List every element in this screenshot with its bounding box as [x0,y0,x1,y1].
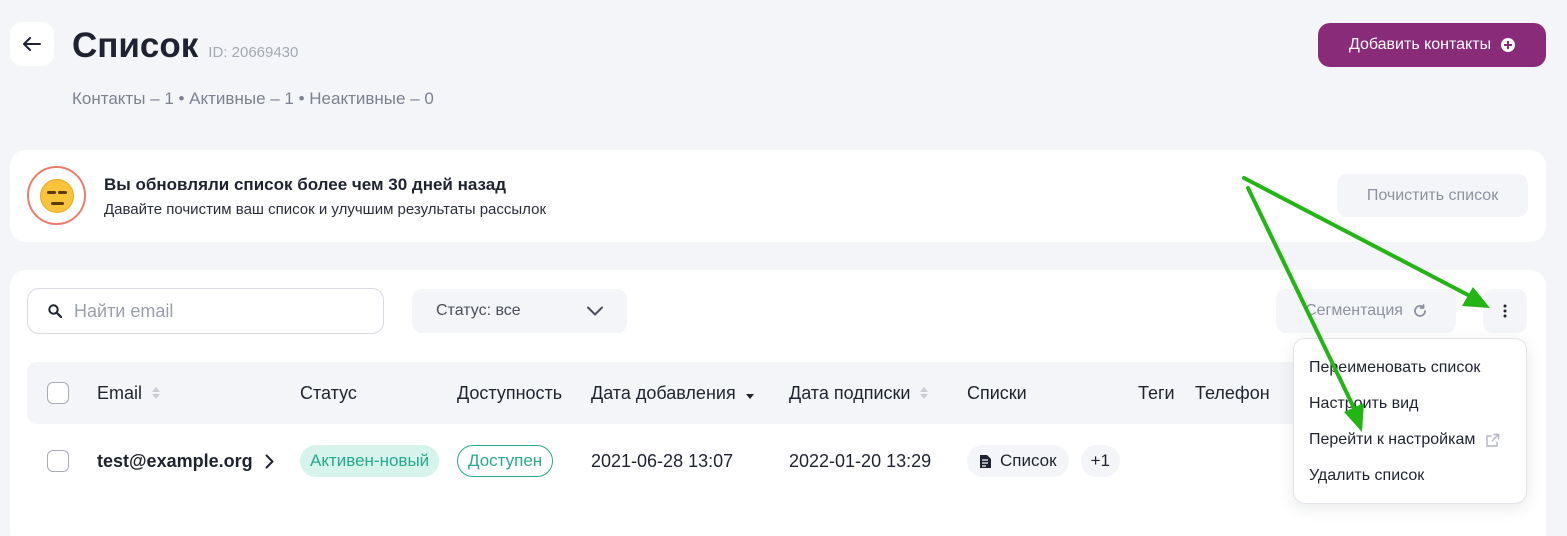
back-button[interactable] [10,22,54,66]
external-link-icon [1486,433,1500,447]
chevron-right-icon [265,454,274,468]
banner-title: Вы обновляли список более чем 30 дней на… [104,175,507,194]
column-date-subscribed-label: Дата подписки [789,382,911,403]
date-subscribed-value: 2022-01-20 13:29 [789,450,932,471]
emoji-badge [27,166,86,225]
status-badge: Активен-новый [300,445,440,477]
segmentation-label: Сегментация [1305,302,1403,319]
column-email[interactable]: Email [97,362,161,424]
plus-circle-icon [1501,38,1516,52]
contact-email-link[interactable]: test@example.org [97,430,274,492]
search-box[interactable] [27,288,384,334]
page-title-text: Список [72,26,199,65]
arrow-left-icon [23,37,41,51]
menu-item-go-to-settings-label: Перейти к настройкам [1309,431,1476,448]
update-banner: Вы обновляли список более чем 30 дней на… [10,150,1546,242]
banner-subtitle: Давайте почистим ваш список и улучшим ре… [104,201,547,218]
menu-item-delete[interactable]: Удалить список [1309,467,1424,485]
list-chip[interactable]: Список [967,445,1069,477]
column-date-subscribed[interactable]: Дата подписки [789,362,929,424]
sort-icon [920,387,929,399]
add-contacts-label: Добавить контакты [1348,36,1492,53]
column-lists: Списки [967,382,1027,403]
sort-icon [152,387,161,399]
list-id: ID: 20669430 [208,44,299,61]
page-title: Список ID: 20669430 [72,26,298,66]
date-added-value: 2021-06-28 13:07 [591,450,734,471]
column-phone: Телефон [1195,382,1270,403]
add-contacts-button[interactable]: Добавить контакты [1318,23,1546,67]
row-checkbox[interactable] [47,450,69,472]
column-availability: Доступность [457,382,563,403]
availability-badge: Доступен [457,445,554,477]
kebab-menu-icon [1503,304,1507,318]
menu-item-go-to-settings[interactable]: Перейти к настройкам [1309,431,1500,449]
list-options-menu: Переименовать список Настроить вид Перей… [1293,338,1527,504]
contact-stats: Контакты – 1 • Активные – 1 • Неактивные… [72,89,434,108]
neutral-face-icon [39,178,74,213]
menu-item-customize-view[interactable]: Настроить вид [1309,395,1418,413]
column-date-added-label: Дата добавления [591,382,736,403]
segmentation-button[interactable]: Сегментация [1276,289,1456,333]
status-filter-dropdown[interactable]: Статус: все [412,289,627,333]
search-icon [48,304,62,318]
column-tags: Теги [1138,382,1175,403]
menu-item-rename[interactable]: Переименовать список [1309,359,1480,377]
column-status: Статус [300,382,357,403]
column-email-label: Email [97,382,143,403]
sort-desc-icon [745,387,754,399]
chevron-down-icon [587,306,603,316]
more-lists-chip[interactable]: +1 [1080,445,1120,477]
refresh-icon [1414,304,1426,317]
contact-email: test@example.org [97,450,253,471]
select-all-checkbox[interactable] [47,382,69,404]
status-filter-label: Статус: все [436,302,521,319]
document-icon [980,454,991,468]
list-chip-label: Список [1000,451,1057,470]
more-options-button[interactable] [1483,289,1527,333]
clean-list-button[interactable]: Почистить список [1337,174,1528,217]
column-date-added[interactable]: Дата добавления [591,362,754,424]
search-input[interactable] [74,300,354,322]
